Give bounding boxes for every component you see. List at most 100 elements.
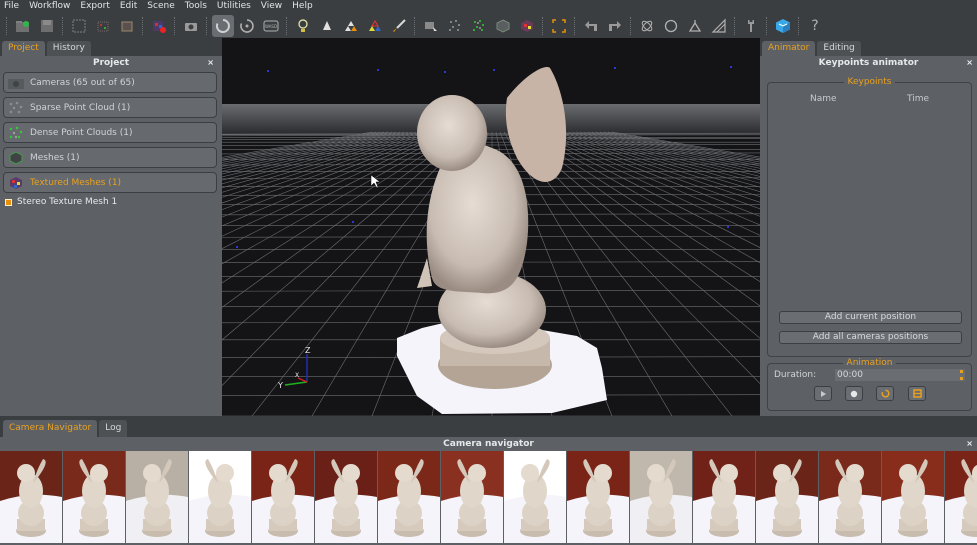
circle-button[interactable] xyxy=(660,15,682,37)
redo-button[interactable] xyxy=(604,15,626,37)
settings-button[interactable] xyxy=(740,15,762,37)
3d-viewport[interactable]: Z Y X xyxy=(222,38,760,416)
menu-utilities[interactable]: Utilities xyxy=(213,0,257,13)
tab-project[interactable]: Project xyxy=(2,41,45,56)
project-item-meshes[interactable]: Meshes (1) xyxy=(3,147,217,168)
loop-button[interactable] xyxy=(876,386,894,401)
camera-thumbnail[interactable] xyxy=(0,451,62,543)
record-icon xyxy=(850,390,858,397)
dense-button[interactable] xyxy=(468,15,490,37)
rotate-button[interactable] xyxy=(236,15,258,37)
logo-button[interactable] xyxy=(772,15,794,37)
column-header-time[interactable]: Time xyxy=(907,94,929,104)
menu-export[interactable]: Export xyxy=(76,0,115,13)
keypoints-group: Keypoints Name Time Add current position… xyxy=(767,77,972,357)
camera-thumbnail[interactable] xyxy=(819,451,881,543)
tree-item-stereo-texture-mesh[interactable]: Stereo Texture Mesh 1 xyxy=(5,197,222,207)
texture-button[interactable] xyxy=(148,15,170,37)
tab-animator[interactable]: Animator xyxy=(762,41,816,56)
thumbnail-image xyxy=(945,451,977,543)
save-button[interactable] xyxy=(36,15,58,37)
sparse-button[interactable] xyxy=(444,15,466,37)
orbit-button[interactable] xyxy=(212,14,234,37)
camera-thumbnail[interactable] xyxy=(882,451,944,543)
point-cloud-button[interactable] xyxy=(92,15,114,37)
animator-tabs: Animator Editing xyxy=(760,38,977,56)
film-button[interactable] xyxy=(908,386,926,401)
snapshot-button[interactable] xyxy=(180,15,202,37)
camera-thumbnail[interactable] xyxy=(504,451,566,543)
toolbar: WASD ? xyxy=(0,13,977,38)
new-project-button[interactable] xyxy=(12,15,34,37)
camera-thumbnail[interactable] xyxy=(693,451,755,543)
play-icon xyxy=(821,390,826,397)
rotate-icon xyxy=(240,18,254,33)
scene-canvas[interactable]: Z Y X xyxy=(222,38,760,416)
camera-thumbnail[interactable] xyxy=(630,451,692,543)
mesh-button[interactable] xyxy=(116,15,138,37)
brush-button[interactable] xyxy=(388,15,410,37)
triangles-color-button[interactable] xyxy=(340,15,362,37)
wasd-button[interactable]: WASD xyxy=(260,15,282,37)
images-button[interactable] xyxy=(68,15,90,37)
duration-field[interactable]: 00:00 xyxy=(835,369,965,381)
camera-thumbnail[interactable] xyxy=(441,451,503,543)
close-icon[interactable]: × xyxy=(207,56,214,70)
gizmo-button[interactable] xyxy=(684,15,706,37)
measure-button[interactable] xyxy=(708,15,730,37)
tab-log[interactable]: Log xyxy=(99,420,128,437)
camera-thumbnail[interactable] xyxy=(252,451,314,543)
play-button[interactable] xyxy=(814,386,832,401)
keypoints-list[interactable] xyxy=(772,107,967,287)
triangles-icon xyxy=(323,20,331,30)
atom-icon xyxy=(641,20,653,31)
camera-thumbnail[interactable] xyxy=(567,451,629,543)
texture-box-button[interactable] xyxy=(516,15,538,37)
camera-thumbnail[interactable] xyxy=(756,451,818,543)
axis-x-label: X xyxy=(295,372,299,379)
tab-history[interactable]: History xyxy=(46,41,91,56)
triangles-rgb-button[interactable] xyxy=(364,15,386,37)
horizon-band xyxy=(222,104,760,134)
wrench-icon xyxy=(748,19,754,32)
bounding-box-button[interactable] xyxy=(548,15,570,37)
camera-thumbnail[interactable] xyxy=(378,451,440,543)
project-item-textured-meshes[interactable]: Textured Meshes (1) xyxy=(3,172,217,193)
add-current-position-button[interactable]: Add current position xyxy=(779,311,962,324)
thumbnail-image xyxy=(567,451,629,543)
close-icon[interactable]: × xyxy=(966,437,973,451)
menu-workflow[interactable]: Workflow xyxy=(25,0,76,13)
light-button[interactable] xyxy=(292,15,314,37)
project-item-sparse-cloud[interactable]: Sparse Point Cloud (1) xyxy=(3,97,217,118)
tab-editing[interactable]: Editing xyxy=(817,41,861,56)
menu-file[interactable]: File xyxy=(0,0,25,13)
camera-thumbnail[interactable] xyxy=(63,451,125,543)
camera-thumbnail[interactable] xyxy=(126,451,188,543)
visibility-checkbox[interactable] xyxy=(5,198,12,206)
project-item-cameras[interactable]: Cameras (65 out of 65) xyxy=(3,72,217,93)
camera-thumbnail[interactable] xyxy=(315,451,377,543)
record-button[interactable] xyxy=(845,386,863,401)
menu-tools[interactable]: Tools xyxy=(181,0,213,13)
add-all-cameras-positions-button[interactable]: Add all cameras positions xyxy=(779,331,962,344)
camera-thumbnail[interactable] xyxy=(189,451,251,543)
camera-thumbnail-strip[interactable] xyxy=(0,451,977,545)
close-icon[interactable]: × xyxy=(966,56,973,70)
menu-view[interactable]: View xyxy=(257,0,288,13)
menu-help[interactable]: Help xyxy=(288,0,319,13)
project-item-dense-clouds[interactable]: Dense Point Clouds (1) xyxy=(3,122,217,143)
undo-button[interactable] xyxy=(580,15,602,37)
triangles-button[interactable] xyxy=(316,15,338,37)
camera-select-button[interactable] xyxy=(420,15,442,37)
help-button[interactable]: ? xyxy=(804,15,826,37)
mesh-box-button[interactable] xyxy=(492,15,514,37)
menu-scene[interactable]: Scene xyxy=(143,0,180,13)
spinbox-arrows-icon[interactable] xyxy=(960,370,963,380)
toolbar-separator xyxy=(142,16,144,35)
transform-button[interactable] xyxy=(636,15,658,37)
camera-select-icon xyxy=(425,21,437,31)
column-header-name[interactable]: Name xyxy=(810,94,837,104)
menu-edit[interactable]: Edit xyxy=(116,0,143,13)
tab-camera-navigator[interactable]: Camera Navigator xyxy=(3,420,98,437)
camera-thumbnail[interactable] xyxy=(945,451,977,543)
